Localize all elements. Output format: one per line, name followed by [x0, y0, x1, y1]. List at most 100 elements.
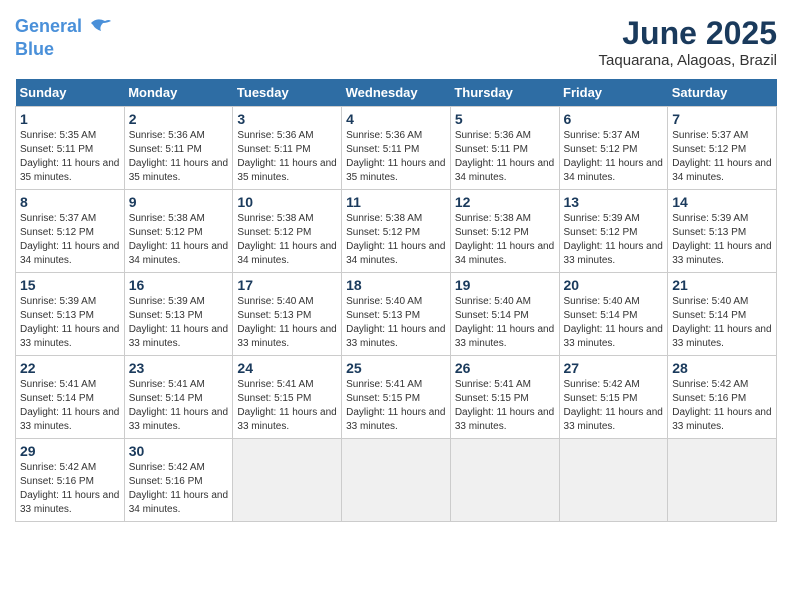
- month-title: June 2025: [599, 15, 777, 52]
- day-number: 12: [455, 194, 555, 210]
- calendar-cell: 15 Sunrise: 5:39 AM Sunset: 5:13 PM Dayl…: [16, 273, 125, 356]
- calendar-cell: 3 Sunrise: 5:36 AM Sunset: 5:11 PM Dayli…: [233, 107, 342, 190]
- day-number: 26: [455, 360, 555, 376]
- day-number: 4: [346, 111, 446, 127]
- day-number: 5: [455, 111, 555, 127]
- calendar-cell: 21 Sunrise: 5:40 AM Sunset: 5:14 PM Dayl…: [668, 273, 777, 356]
- day-number: 6: [564, 111, 664, 127]
- calendar-cell: 22 Sunrise: 5:41 AM Sunset: 5:14 PM Dayl…: [16, 356, 125, 439]
- calendar-cell: 4 Sunrise: 5:36 AM Sunset: 5:11 PM Dayli…: [342, 107, 451, 190]
- calendar-cell: 28 Sunrise: 5:42 AM Sunset: 5:16 PM Dayl…: [668, 356, 777, 439]
- calendar-table: SundayMondayTuesdayWednesdayThursdayFrid…: [15, 79, 777, 522]
- calendar-cell: [450, 439, 559, 522]
- day-info: Sunrise: 5:42 AM Sunset: 5:15 PM Dayligh…: [564, 378, 664, 434]
- calendar-cell: 5 Sunrise: 5:36 AM Sunset: 5:11 PM Dayli…: [450, 107, 559, 190]
- calendar-cell: 9 Sunrise: 5:38 AM Sunset: 5:12 PM Dayli…: [124, 190, 233, 273]
- calendar-cell: 17 Sunrise: 5:40 AM Sunset: 5:13 PM Dayl…: [233, 273, 342, 356]
- day-number: 22: [20, 360, 120, 376]
- title-block: June 2025 Taquarana, Alagoas, Brazil: [599, 15, 777, 69]
- day-info: Sunrise: 5:41 AM Sunset: 5:14 PM Dayligh…: [129, 378, 229, 434]
- day-info: Sunrise: 5:41 AM Sunset: 5:15 PM Dayligh…: [455, 378, 555, 434]
- day-info: Sunrise: 5:40 AM Sunset: 5:14 PM Dayligh…: [672, 295, 772, 351]
- day-number: 24: [237, 360, 337, 376]
- day-info: Sunrise: 5:39 AM Sunset: 5:13 PM Dayligh…: [20, 295, 120, 351]
- calendar-cell: 8 Sunrise: 5:37 AM Sunset: 5:12 PM Dayli…: [16, 190, 125, 273]
- calendar-week-row: 1 Sunrise: 5:35 AM Sunset: 5:11 PM Dayli…: [16, 107, 777, 190]
- day-number: 10: [237, 194, 337, 210]
- day-number: 1: [20, 111, 120, 127]
- day-number: 25: [346, 360, 446, 376]
- logo-general: General: [15, 16, 82, 36]
- calendar-header-row: SundayMondayTuesdayWednesdayThursdayFrid…: [16, 79, 777, 107]
- day-info: Sunrise: 5:39 AM Sunset: 5:13 PM Dayligh…: [672, 212, 772, 268]
- day-number: 27: [564, 360, 664, 376]
- day-info: Sunrise: 5:40 AM Sunset: 5:13 PM Dayligh…: [237, 295, 337, 351]
- day-info: Sunrise: 5:42 AM Sunset: 5:16 PM Dayligh…: [129, 461, 229, 517]
- day-number: 11: [346, 194, 446, 210]
- calendar-week-row: 29 Sunrise: 5:42 AM Sunset: 5:16 PM Dayl…: [16, 439, 777, 522]
- day-number: 15: [20, 277, 120, 293]
- day-info: Sunrise: 5:35 AM Sunset: 5:11 PM Dayligh…: [20, 129, 120, 185]
- day-info: Sunrise: 5:36 AM Sunset: 5:11 PM Dayligh…: [237, 129, 337, 185]
- day-info: Sunrise: 5:40 AM Sunset: 5:14 PM Dayligh…: [455, 295, 555, 351]
- day-number: 13: [564, 194, 664, 210]
- calendar-cell: 13 Sunrise: 5:39 AM Sunset: 5:12 PM Dayl…: [559, 190, 668, 273]
- calendar-cell: [559, 439, 668, 522]
- logo-bird-icon: [89, 15, 113, 39]
- day-info: Sunrise: 5:40 AM Sunset: 5:13 PM Dayligh…: [346, 295, 446, 351]
- day-number: 17: [237, 277, 337, 293]
- calendar-cell: 7 Sunrise: 5:37 AM Sunset: 5:12 PM Dayli…: [668, 107, 777, 190]
- calendar-week-row: 15 Sunrise: 5:39 AM Sunset: 5:13 PM Dayl…: [16, 273, 777, 356]
- day-info: Sunrise: 5:38 AM Sunset: 5:12 PM Dayligh…: [346, 212, 446, 268]
- day-info: Sunrise: 5:36 AM Sunset: 5:11 PM Dayligh…: [455, 129, 555, 185]
- day-info: Sunrise: 5:38 AM Sunset: 5:12 PM Dayligh…: [455, 212, 555, 268]
- day-info: Sunrise: 5:38 AM Sunset: 5:12 PM Dayligh…: [129, 212, 229, 268]
- day-number: 3: [237, 111, 337, 127]
- day-info: Sunrise: 5:37 AM Sunset: 5:12 PM Dayligh…: [564, 129, 664, 185]
- calendar-cell: 18 Sunrise: 5:40 AM Sunset: 5:13 PM Dayl…: [342, 273, 451, 356]
- day-info: Sunrise: 5:41 AM Sunset: 5:15 PM Dayligh…: [237, 378, 337, 434]
- calendar-week-row: 8 Sunrise: 5:37 AM Sunset: 5:12 PM Dayli…: [16, 190, 777, 273]
- calendar-cell: 30 Sunrise: 5:42 AM Sunset: 5:16 PM Dayl…: [124, 439, 233, 522]
- calendar-cell: 1 Sunrise: 5:35 AM Sunset: 5:11 PM Dayli…: [16, 107, 125, 190]
- day-info: Sunrise: 5:39 AM Sunset: 5:13 PM Dayligh…: [129, 295, 229, 351]
- calendar-cell: 25 Sunrise: 5:41 AM Sunset: 5:15 PM Dayl…: [342, 356, 451, 439]
- header-sunday: Sunday: [16, 79, 125, 107]
- header-monday: Monday: [124, 79, 233, 107]
- day-number: 29: [20, 443, 120, 459]
- calendar-cell: 14 Sunrise: 5:39 AM Sunset: 5:13 PM Dayl…: [668, 190, 777, 273]
- day-number: 19: [455, 277, 555, 293]
- day-info: Sunrise: 5:37 AM Sunset: 5:12 PM Dayligh…: [672, 129, 772, 185]
- calendar-cell: 11 Sunrise: 5:38 AM Sunset: 5:12 PM Dayl…: [342, 190, 451, 273]
- header-friday: Friday: [559, 79, 668, 107]
- day-number: 7: [672, 111, 772, 127]
- calendar-cell: 27 Sunrise: 5:42 AM Sunset: 5:15 PM Dayl…: [559, 356, 668, 439]
- day-number: 28: [672, 360, 772, 376]
- day-info: Sunrise: 5:41 AM Sunset: 5:15 PM Dayligh…: [346, 378, 446, 434]
- calendar-cell: 23 Sunrise: 5:41 AM Sunset: 5:14 PM Dayl…: [124, 356, 233, 439]
- day-info: Sunrise: 5:40 AM Sunset: 5:14 PM Dayligh…: [564, 295, 664, 351]
- calendar-cell: [342, 439, 451, 522]
- calendar-cell: 24 Sunrise: 5:41 AM Sunset: 5:15 PM Dayl…: [233, 356, 342, 439]
- day-info: Sunrise: 5:36 AM Sunset: 5:11 PM Dayligh…: [129, 129, 229, 185]
- day-number: 18: [346, 277, 446, 293]
- day-number: 30: [129, 443, 229, 459]
- day-number: 21: [672, 277, 772, 293]
- calendar-cell: 20 Sunrise: 5:40 AM Sunset: 5:14 PM Dayl…: [559, 273, 668, 356]
- day-number: 2: [129, 111, 229, 127]
- logo: General Blue: [15, 15, 113, 61]
- day-number: 8: [20, 194, 120, 210]
- calendar-cell: 16 Sunrise: 5:39 AM Sunset: 5:13 PM Dayl…: [124, 273, 233, 356]
- calendar-cell: 2 Sunrise: 5:36 AM Sunset: 5:11 PM Dayli…: [124, 107, 233, 190]
- calendar-cell: 26 Sunrise: 5:41 AM Sunset: 5:15 PM Dayl…: [450, 356, 559, 439]
- calendar-cell: 10 Sunrise: 5:38 AM Sunset: 5:12 PM Dayl…: [233, 190, 342, 273]
- day-info: Sunrise: 5:36 AM Sunset: 5:11 PM Dayligh…: [346, 129, 446, 185]
- calendar-cell: 29 Sunrise: 5:42 AM Sunset: 5:16 PM Dayl…: [16, 439, 125, 522]
- header-tuesday: Tuesday: [233, 79, 342, 107]
- day-info: Sunrise: 5:38 AM Sunset: 5:12 PM Dayligh…: [237, 212, 337, 268]
- calendar-cell: [233, 439, 342, 522]
- logo-blue: Blue: [15, 39, 54, 59]
- header-saturday: Saturday: [668, 79, 777, 107]
- day-info: Sunrise: 5:42 AM Sunset: 5:16 PM Dayligh…: [672, 378, 772, 434]
- calendar-cell: 6 Sunrise: 5:37 AM Sunset: 5:12 PM Dayli…: [559, 107, 668, 190]
